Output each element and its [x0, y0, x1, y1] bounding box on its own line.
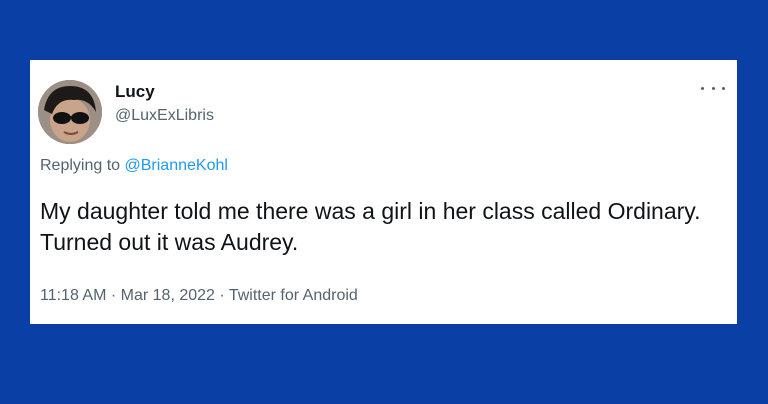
display-name[interactable]: Lucy: [115, 82, 155, 102]
replying-prefix: Replying to: [40, 157, 125, 174]
more-horizontal-icon[interactable]: [701, 80, 725, 96]
tweet-date[interactable]: Mar 18, 2022: [121, 287, 215, 304]
replying-to-mention[interactable]: @BrianneKohl: [125, 157, 228, 174]
user-handle[interactable]: @LuxExLibris: [115, 107, 214, 125]
tweet-meta: 11:18 AM · Mar 18, 2022 · Twitter for An…: [40, 287, 358, 305]
tweet-text: My daughter told me there was a girl in …: [40, 198, 701, 255]
meta-separator: ·: [106, 287, 121, 304]
tweet-source[interactable]: Twitter for Android: [229, 287, 358, 304]
tweet-time[interactable]: 11:18 AM: [40, 287, 106, 304]
avatar-image: [38, 80, 102, 144]
tweet-card: Lucy @LuxExLibris Replying to @BrianneKo…: [30, 60, 737, 324]
meta-separator-2: ·: [214, 287, 229, 304]
replying-to-line: Replying to @BrianneKohl: [40, 157, 228, 175]
avatar[interactable]: [38, 80, 102, 144]
